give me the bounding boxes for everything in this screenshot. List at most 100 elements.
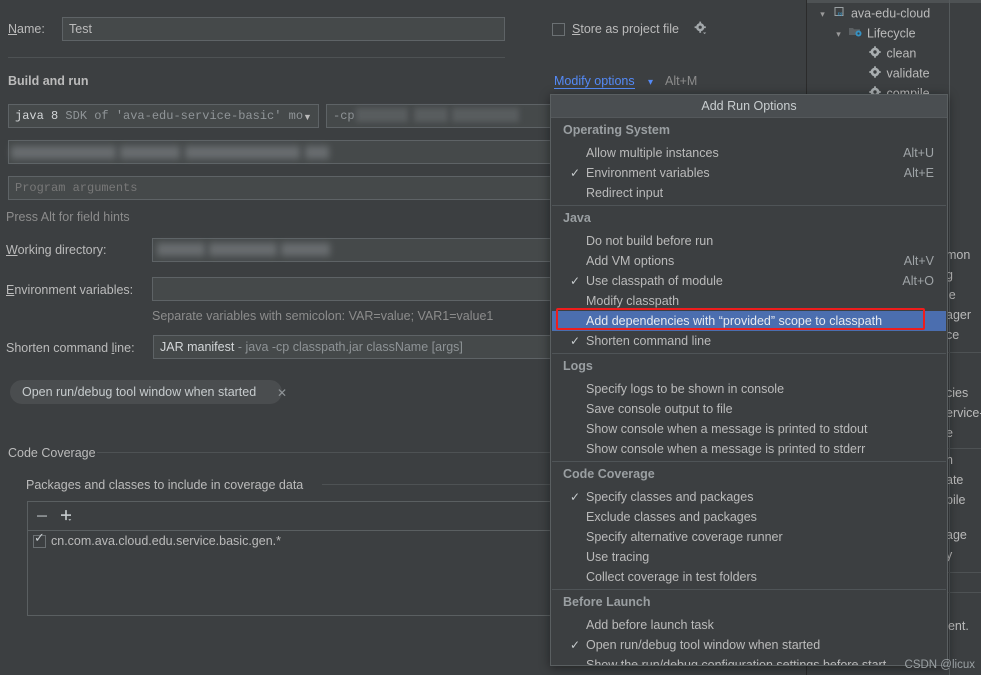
menu-section-header: Logs (563, 359, 593, 373)
menu-item-specify-classes-packages[interactable]: ✓ Specify classes and packages (552, 487, 946, 507)
check-icon: ✓ (569, 638, 581, 652)
menu-item-use-classpath-of-module[interactable]: ✓ Use classpath of module Alt+O (552, 271, 946, 291)
jre-combo[interactable]: java 8 SDK of 'ava-edu-service-basic' mo (8, 104, 319, 128)
shorten-value: JAR manifest (160, 340, 235, 354)
watermark: CSDN @licux (904, 659, 975, 671)
menu-item-label: Collect coverage in test folders (586, 570, 757, 584)
menu-item-label: Open run/debug tool window when started (586, 638, 821, 652)
menu-item-add-before-launch-task[interactable]: Add before launch task (552, 615, 946, 635)
divider (552, 205, 946, 206)
truncated-text: ate (946, 473, 964, 487)
menu-item-allow-multiple-instances[interactable]: Allow multiple instances Alt+U (552, 143, 946, 163)
store-as-project-file-checkbox[interactable] (552, 23, 565, 36)
maven-goal-icon (867, 44, 883, 64)
environment-variables-input[interactable] (152, 277, 556, 301)
coverage-table-toolbar (27, 501, 556, 531)
vm-options-prefix: -cp (333, 109, 355, 123)
maven-goal-icon (867, 64, 883, 84)
menu-item-exclude-classes-packages[interactable]: Exclude classes and packages (552, 507, 946, 527)
menu-item-label: Show console when a message is printed t… (586, 422, 868, 436)
menu-item-label: Save console output to file (586, 402, 733, 416)
truncated-text: pile (946, 493, 966, 507)
menu-item-label: Add before launch task (586, 618, 714, 632)
tree-row[interactable]: ▾ m ava-edu-cloud (817, 3, 930, 23)
coverage-row-label: cn.com.ava.cloud.edu.service.basic.gen.* (51, 534, 281, 548)
chevron-down-icon[interactable]: ▾ (833, 24, 844, 44)
check-icon: ✓ (569, 334, 581, 348)
menu-item-label: Shorten command line (586, 334, 712, 348)
redacted-text (414, 108, 448, 122)
menu-item-show-run-debug-config-settings[interactable]: Show the run/debug configuration setting… (552, 655, 946, 665)
menu-item-label: Exclude classes and packages (586, 510, 757, 524)
menu-item-shortcut: Alt+O (902, 274, 934, 288)
popup-title: Add Run Options (551, 95, 947, 118)
menu-item-label: Redirect input (586, 186, 664, 200)
menu-item-show-console-stderr[interactable]: Show console when a message is printed t… (552, 439, 946, 459)
field-hints-text: Press Alt for field hints (6, 210, 130, 224)
program-arguments-input[interactable]: Program arguments (8, 176, 556, 200)
name-input[interactable]: Test (62, 17, 505, 41)
menu-item-shortcut: Alt+V (903, 254, 934, 268)
divider (552, 589, 946, 590)
code-coverage-title: Code Coverage (8, 446, 96, 460)
menu-item-shorten-command-line[interactable]: ✓ Shorten command line (552, 331, 946, 351)
add-run-options-popup: Add Run Options Operating System Allow m… (550, 94, 948, 666)
menu-item-open-run-debug-tool-window[interactable]: ✓ Open run/debug tool window when starte… (552, 635, 946, 655)
menu-item-specify-logs[interactable]: Specify logs to be shown in console (552, 379, 946, 399)
coverage-packages-title: Packages and classes to include in cover… (26, 478, 304, 492)
menu-item-save-console-output[interactable]: Save console output to file (552, 399, 946, 419)
redacted-text (281, 243, 330, 256)
redacted-text (120, 146, 180, 159)
divider (97, 452, 556, 453)
menu-item-collect-coverage-test-folders[interactable]: Collect coverage in test folders (552, 567, 946, 587)
modify-options-shortcut: Alt+M (665, 74, 698, 88)
truncated-text: ervice- (946, 406, 981, 420)
menu-item-use-tracing[interactable]: Use tracing (552, 547, 946, 567)
menu-item-do-not-build-before-run[interactable]: Do not build before run (552, 231, 946, 251)
tree-row[interactable]: validate (867, 63, 930, 83)
open-run-debug-chip[interactable]: Open run/debug tool window when started (10, 380, 283, 404)
chevron-down-icon[interactable]: ▾ (648, 77, 653, 88)
divider (552, 353, 946, 354)
chevron-down-icon[interactable]: ▾ (817, 4, 828, 24)
menu-item-label: Environment variables (586, 166, 710, 180)
shorten-command-line-label: Shorten command line: (6, 341, 135, 355)
menu-item-add-vm-options[interactable]: Add VM options Alt+V (552, 251, 946, 271)
menu-item-environment-variables[interactable]: ✓ Environment variables Alt+E (552, 163, 946, 183)
menu-item-specify-alternative-coverage-runner[interactable]: Specify alternative coverage runner (552, 527, 946, 547)
menu-item-label: Use classpath of module (586, 274, 723, 288)
chevron-down-icon[interactable]: ▼ (303, 112, 312, 122)
divider (552, 461, 946, 462)
menu-item-label: Add VM options (586, 254, 675, 268)
highlight-annotation (556, 308, 925, 330)
maven-project-icon: m (831, 4, 847, 24)
tree-row[interactable]: ▾ Lifecycle (833, 23, 915, 44)
ide-run-configuration-screen: ▾ m ava-edu-cloud ▾ Lifecycle clean vali… (0, 0, 981, 675)
tree-row[interactable]: clean (867, 43, 916, 63)
environment-variables-hint: Separate variables with semicolon: VAR=v… (152, 309, 494, 323)
divider (8, 57, 505, 58)
lifecycle-folder-icon (847, 24, 863, 44)
shorten-command-line-combo[interactable]: JAR manifest - java -cp classpath.jar cl… (153, 335, 556, 359)
redacted-text (305, 146, 329, 159)
shorten-value-hint: - java -cp classpath.jar className [args… (237, 340, 463, 354)
modify-options-link[interactable]: Modify options (554, 74, 635, 89)
truncated-text: age (946, 528, 967, 542)
menu-section-header: Before Launch (563, 595, 651, 609)
close-icon[interactable]: ✕ (277, 386, 287, 400)
svg-text:m: m (837, 10, 842, 18)
coverage-row-checkbox[interactable] (33, 531, 46, 548)
menu-item-label: Show console when a message is printed t… (586, 442, 866, 456)
truncated-text: mon (946, 248, 971, 262)
tree-label: validate (886, 66, 930, 81)
menu-item-redirect-input[interactable]: Redirect input (552, 183, 946, 203)
chip-label: Open run/debug tool window when started (22, 385, 257, 399)
gear-icon[interactable] (694, 21, 708, 38)
minus-icon[interactable] (35, 509, 49, 526)
menu-item-show-console-stdout[interactable]: Show console when a message is printed t… (552, 419, 946, 439)
menu-item-label: Use tracing (586, 550, 650, 564)
check-icon: ✓ (569, 274, 581, 288)
plus-icon[interactable] (59, 508, 75, 527)
tree-label: clean (886, 46, 917, 61)
redacted-text (185, 146, 300, 159)
